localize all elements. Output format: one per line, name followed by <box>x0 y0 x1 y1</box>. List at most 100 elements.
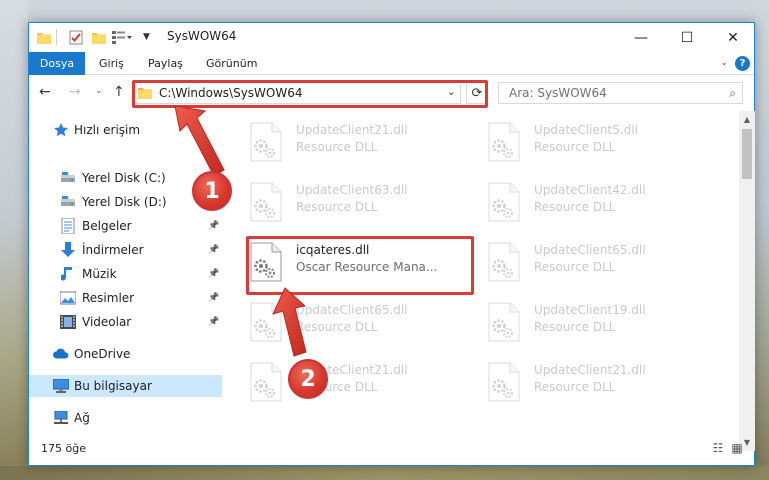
sidebar-item-label: Bu bilgisayar <box>74 379 152 393</box>
search-input[interactable]: Ara: SysWOW64 <box>509 86 607 100</box>
file-name: UpdateClient63.dll <box>296 183 408 197</box>
search-box[interactable]: Ara: SysWOW64 ⌕ <box>498 82 743 104</box>
sidebar-item-quick-access[interactable]: Hızlı erişim <box>29 119 222 141</box>
desktop-background-bottom <box>0 466 769 480</box>
folder-icon <box>138 86 154 100</box>
details-view-icon[interactable]: ☷ <box>710 441 726 455</box>
file-name: UpdateClient21.dll <box>534 363 646 377</box>
new-folder-icon[interactable] <box>92 28 106 46</box>
ribbon: Dosya Giriş Paylaş Görünüm ⌄ ? <box>29 52 754 75</box>
sidebar-item-music[interactable]: Müzik 📌 <box>29 263 222 285</box>
dll-file-icon <box>250 242 284 282</box>
dll-file-icon <box>488 182 522 222</box>
file-item[interactable]: UpdateClient21.dll Resource DLL <box>246 357 476 405</box>
sidebar-item-pictures[interactable]: Resimler 📌 <box>29 287 222 309</box>
computer-icon <box>53 379 69 393</box>
file-description: Resource DLL <box>534 260 616 274</box>
dll-file-icon <box>250 182 284 222</box>
properties-icon[interactable] <box>69 28 83 46</box>
vertical-scrollbar[interactable]: ▲ ▼ <box>739 111 755 451</box>
customize-toolbar-icon[interactable]: ▼ <box>143 28 150 46</box>
tab-file[interactable]: Dosya <box>29 52 85 75</box>
dll-file-icon <box>250 302 284 342</box>
pin-icon[interactable]: 📌 <box>208 293 219 303</box>
step-2-marker: 2 <box>288 359 328 399</box>
separator <box>56 29 57 45</box>
file-name: icqateres.dll <box>296 243 370 257</box>
file-item[interactable]: UpdateClient65.dll Resource DLL <box>246 297 476 345</box>
sidebar-item-label: OneDrive <box>74 347 131 361</box>
desktop-background-right <box>755 0 769 480</box>
dll-file-icon <box>488 122 522 162</box>
music-icon <box>60 267 76 281</box>
address-bar[interactable]: C:\Windows\SysWOW64 ⌄ <box>133 82 461 104</box>
file-item[interactable]: UpdateClient63.dll Resource DLL <box>246 177 476 225</box>
file-name: UpdateClient65.dll <box>534 243 646 257</box>
tab-view[interactable]: Görünüm <box>206 52 257 75</box>
file-description: Resource DLL <box>296 140 378 154</box>
sidebar-item-label: Hızlı erişim <box>74 123 141 137</box>
file-item-highlighted[interactable]: icqateres.dll Oscar Resource Mana... <box>246 237 476 285</box>
dll-file-icon <box>488 302 522 342</box>
close-button[interactable]: ✕ <box>710 23 756 52</box>
dll-file-icon <box>488 242 522 282</box>
chevron-down-icon[interactable]: ⌄ <box>447 85 456 98</box>
sidebar-item-onedrive[interactable]: OneDrive <box>29 343 222 365</box>
sidebar-item-label: İndirmeler <box>82 243 144 257</box>
sidebar-item-documents[interactable]: Belgeler 📌 <box>29 215 222 237</box>
status-bar: 175 öğe ☷ ▦ <box>29 437 754 466</box>
download-icon <box>60 242 76 257</box>
file-item[interactable]: UpdateClient21.dll Resource DLL <box>484 357 714 405</box>
file-description: Resource DLL <box>296 200 378 214</box>
tab-home[interactable]: Giriş <box>99 52 124 75</box>
maximize-button[interactable]: ☐ <box>664 23 710 52</box>
scroll-thumb[interactable] <box>742 129 752 179</box>
sidebar-item-this-pc[interactable]: Bu bilgisayar <box>29 375 222 397</box>
file-name: UpdateClient42.dll <box>534 183 646 197</box>
file-name: UpdateClient65.dll <box>296 303 408 317</box>
file-item[interactable]: UpdateClient19.dll Resource DLL <box>484 297 714 345</box>
back-arrow-icon[interactable]: ← <box>39 84 51 100</box>
star-icon <box>53 123 69 137</box>
folder-icon <box>37 28 51 46</box>
sidebar-item-label: Yerel Disk (C:) <box>82 171 166 185</box>
file-item[interactable]: UpdateClient5.dll Resource DLL <box>484 117 714 165</box>
navigation-pane: Hızlı erişim Yerel Disk (C:) 📌 Yerel Disk (… <box>29 115 222 451</box>
search-icon: ⌕ <box>729 86 736 100</box>
minimize-button[interactable]: — <box>618 23 664 52</box>
file-explorer-window: ▼ SysWOW64 — ☐ ✕ Dosya Giriş Paylaş Görü… <box>28 22 755 466</box>
videos-icon <box>60 315 76 329</box>
scroll-up-icon[interactable]: ▲ <box>739 111 755 128</box>
help-button[interactable]: ? <box>735 56 750 71</box>
file-item[interactable]: UpdateClient42.dll Resource DLL <box>484 177 714 225</box>
pin-icon[interactable]: 📌 <box>208 245 219 255</box>
file-description: Resource DLL <box>534 200 616 214</box>
file-item[interactable]: UpdateClient65.dll Resource DLL <box>484 237 714 285</box>
forward-arrow-icon[interactable]: → <box>69 84 81 100</box>
up-arrow-icon[interactable]: ↑ <box>113 84 125 100</box>
tab-share[interactable]: Paylaş <box>148 52 183 75</box>
file-item[interactable]: UpdateClient21.dll Resource DLL <box>246 117 476 165</box>
pin-icon[interactable]: 📌 <box>208 221 219 231</box>
sidebar-item-label: Müzik <box>82 267 117 281</box>
recent-locations-icon[interactable]: ⌄ <box>95 86 103 96</box>
file-name: UpdateClient21.dll <box>296 123 408 137</box>
sidebar-item-videos[interactable]: Videolar 📌 <box>29 311 222 333</box>
address-path[interactable]: C:\Windows\SysWOW64 <box>159 86 303 100</box>
drive-icon <box>60 195 76 209</box>
sidebar-item-label: Videolar <box>82 315 132 329</box>
drive-icon <box>60 171 76 185</box>
view-options-icon[interactable] <box>112 28 132 46</box>
desktop-background-left <box>0 0 28 480</box>
sidebar-item-downloads[interactable]: İndirmeler 📌 <box>29 239 222 261</box>
pin-icon[interactable]: 📌 <box>208 317 219 327</box>
large-icons-view-icon[interactable]: ▦ <box>729 441 745 455</box>
sidebar-item-label: Belgeler <box>82 219 132 233</box>
dll-file-icon <box>250 362 284 402</box>
sidebar-item-network[interactable]: Ağ <box>29 407 222 429</box>
file-list: UpdateClient21.dll Resource DLL UpdateClie… <box>222 115 739 451</box>
expand-ribbon-icon[interactable]: ⌄ <box>720 58 728 68</box>
refresh-button[interactable]: ⟳ <box>466 82 488 104</box>
pin-icon[interactable]: 📌 <box>208 269 219 279</box>
navigation-bar: ← → ⌄ ↑ C:\Windows\SysWOW64 ⌄ ⟳ Ara: Sys… <box>29 75 754 111</box>
